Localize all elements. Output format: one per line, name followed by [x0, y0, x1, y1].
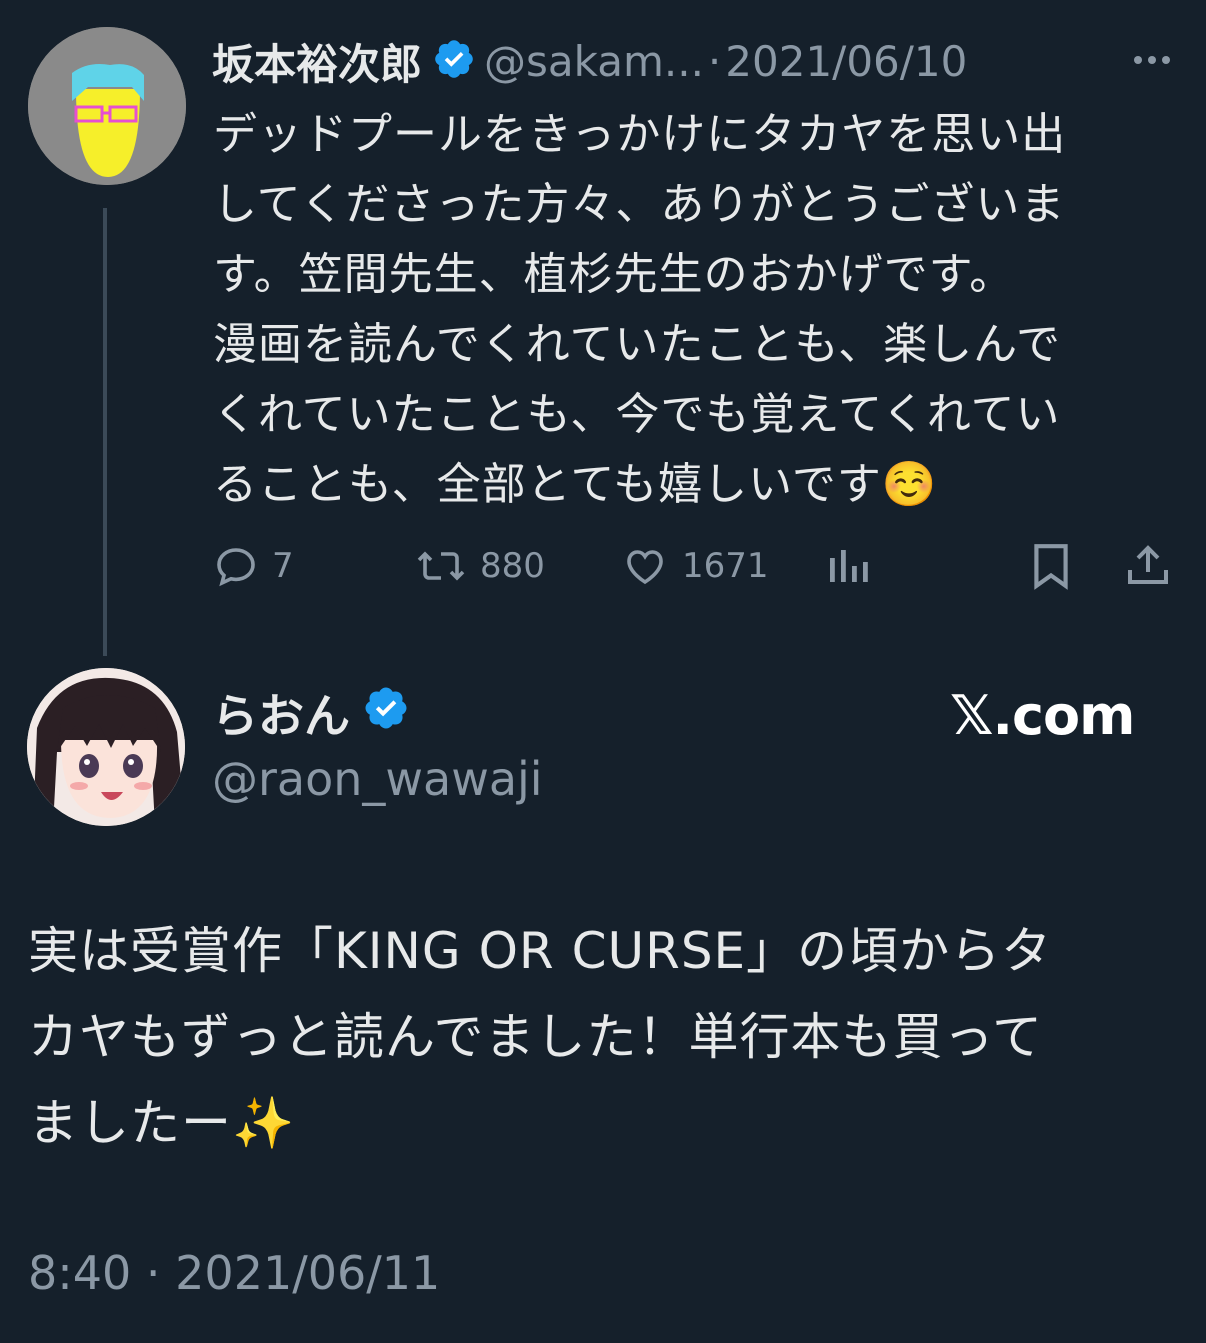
bookmark-button[interactable]: [1028, 538, 1074, 594]
avatar-illustration: [28, 27, 186, 185]
verified-badge-icon: [432, 37, 476, 85]
verified-badge-icon: [362, 684, 410, 743]
parent-tweet-text: デッドプールをきっかけにタカヤを思い出 してくださった方々、ありがとうございま …: [213, 109, 1067, 510]
reply-author-name[interactable]: らおん: [212, 680, 350, 746]
reply-author-name-row: らおん: [212, 680, 418, 746]
tweet-date[interactable]: 2021/06/10: [725, 37, 967, 86]
bookmark-icon: [1034, 544, 1068, 590]
share-icon: [1128, 545, 1168, 584]
retweet-icon: [417, 551, 465, 581]
avatar-sakamoto[interactable]: [28, 27, 186, 185]
avatar-illustration: [27, 668, 185, 826]
share-button[interactable]: [1124, 538, 1172, 594]
reply-button[interactable]: 7: [212, 538, 294, 594]
author-handle[interactable]: @sakam...: [484, 37, 704, 86]
separator-dot: ·: [707, 36, 722, 86]
views-button[interactable]: [826, 538, 870, 594]
like-icon: [627, 550, 663, 585]
more-icon[interactable]: [1128, 44, 1176, 76]
x-com-logo: 𝕏.com: [950, 684, 1135, 747]
reply-tweet-text: 実は受賞作「KING OR CURSE」の頃からタ カヤもずっと読んでました！単…: [28, 922, 1053, 1152]
tweet-actions-bar: 7 880 1671: [212, 538, 1188, 594]
avatar-raon[interactable]: [27, 668, 185, 826]
like-count: 1671: [682, 546, 769, 586]
like-button[interactable]: 1671: [620, 538, 769, 594]
views-icon: [830, 550, 868, 582]
retweet-button[interactable]: 880: [414, 538, 545, 594]
thread-connector-line: [103, 208, 107, 656]
reply-author-handle[interactable]: @raon_wawaji: [212, 752, 543, 806]
parent-tweet-header: 坂本裕次郎 @sakam... · 2021/06/10: [212, 30, 1192, 92]
retweet-count: 880: [480, 546, 545, 586]
reply-timestamp[interactable]: 8:40 · 2021/06/11: [28, 1246, 440, 1300]
author-name[interactable]: 坂本裕次郎: [212, 31, 422, 92]
reply-icon: [217, 548, 255, 587]
reply-count: 7: [272, 546, 294, 586]
